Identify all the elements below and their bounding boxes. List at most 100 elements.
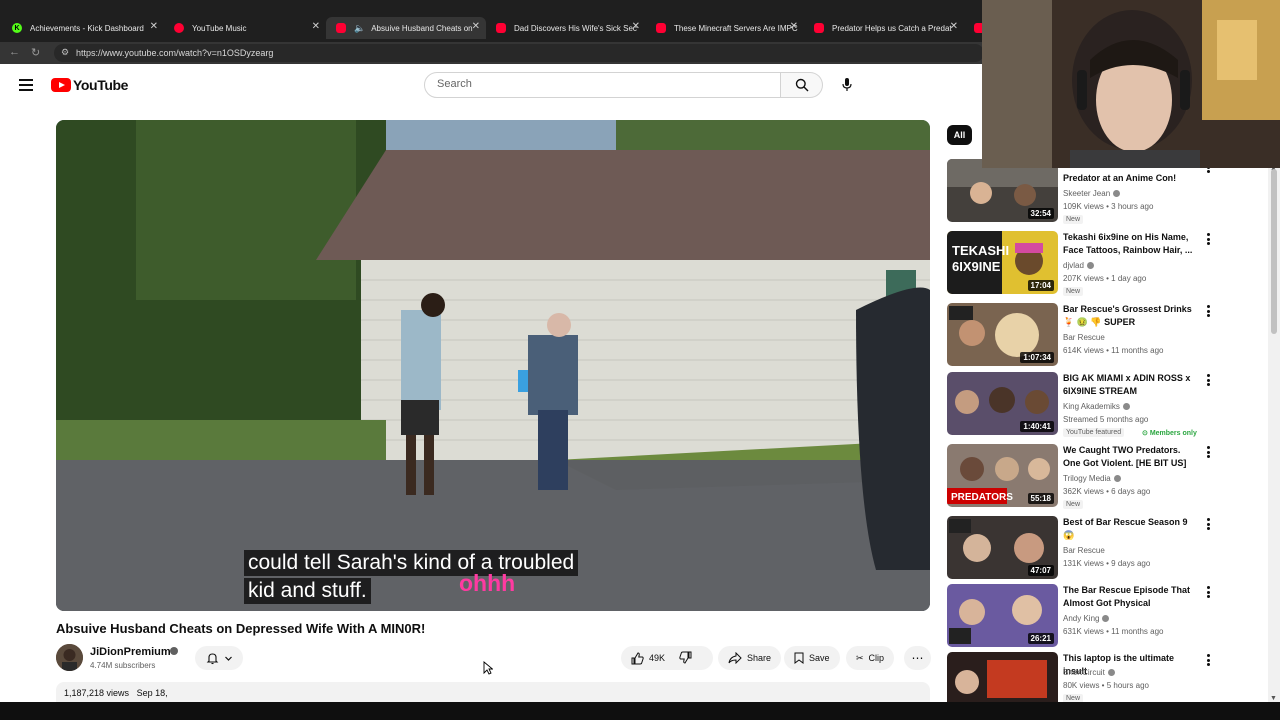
channel-name[interactable]: Bar Rescue bbox=[1063, 546, 1105, 555]
like-button[interactable] bbox=[631, 651, 644, 665]
channel-name[interactable]: Bar Rescue bbox=[1063, 333, 1105, 342]
tab-kick-dashboard[interactable]: K Achievements - Kick Dashboard ✕ bbox=[2, 17, 164, 39]
video-duration: 26:21 bbox=[1027, 633, 1054, 644]
dislike-button[interactable] bbox=[679, 651, 692, 666]
close-tab-icon[interactable]: ✕ bbox=[150, 21, 158, 32]
video-player[interactable]: could tell Sarah's kind of a troubled ki… bbox=[56, 120, 930, 611]
video-title[interactable]: Bar Rescue's Grossest Drinks 🍹 🤢 👎 SUPER… bbox=[1063, 303, 1199, 329]
close-tab-icon[interactable]: ✕ bbox=[950, 21, 958, 32]
video-thumbnail[interactable]: 1:40:41 bbox=[947, 372, 1058, 435]
channel-name[interactable]: King Akademiks bbox=[1063, 402, 1130, 411]
video-thumbnail[interactable]: 32:54 bbox=[947, 159, 1058, 222]
more-options-icon[interactable] bbox=[1207, 586, 1211, 598]
video-thumbnail[interactable]: TEKASHI 6IX9INE 17:04 bbox=[947, 231, 1058, 294]
video-thumbnail[interactable]: 47:07 bbox=[947, 516, 1058, 579]
more-options-icon[interactable] bbox=[1207, 305, 1211, 317]
recommended-video[interactable]: 47:07 Best of Bar Rescue Season 9 😱 Bar … bbox=[947, 516, 1219, 580]
share-label: Share bbox=[747, 653, 772, 663]
speaker-icon[interactable]: 🔈 bbox=[354, 23, 365, 34]
youtube-favicon-icon bbox=[974, 23, 982, 33]
thumbs-down-icon bbox=[679, 651, 692, 664]
video-thumbnail[interactable] bbox=[947, 652, 1058, 702]
save-button[interactable]: Save bbox=[784, 646, 840, 670]
share-arrow-icon bbox=[728, 652, 742, 664]
recommended-video[interactable]: PREDATORS 55:18 We Caught TWO Predators.… bbox=[947, 444, 1219, 509]
upload-date: Sep 18, bbox=[136, 688, 168, 698]
reload-icon[interactable]: ↻ bbox=[31, 46, 40, 59]
recommended-video[interactable]: 1:07:34 Bar Rescue's Grossest Drinks 🍹 🤢… bbox=[947, 303, 1219, 367]
members-only-badge: ⊙ Members only bbox=[1142, 430, 1197, 437]
voice-search-button[interactable] bbox=[835, 73, 859, 97]
notification-bell-button[interactable] bbox=[195, 646, 243, 670]
video-frame bbox=[56, 120, 930, 611]
more-options-icon[interactable] bbox=[1207, 654, 1211, 666]
more-options-icon[interactable] bbox=[1207, 518, 1211, 530]
video-title[interactable]: BIG AK MIAMI x ADIN ROSS x 6IX9INE STREA… bbox=[1063, 372, 1199, 398]
recommended-video[interactable]: TEKASHI 6IX9INE 17:04 Tekashi 6ix9ine on … bbox=[947, 231, 1219, 296]
youtube-logo[interactable]: YouTube bbox=[51, 77, 128, 93]
tab-overflow[interactable] bbox=[964, 17, 982, 39]
more-options-icon[interactable] bbox=[1207, 446, 1211, 458]
video-title[interactable]: Predator at an Anime Con! bbox=[1063, 172, 1199, 185]
video-title[interactable]: Tekashi 6ix9ine on His Name, Face Tattoo… bbox=[1063, 231, 1199, 257]
new-badge: New bbox=[1063, 215, 1084, 224]
channel-avatar[interactable] bbox=[56, 644, 83, 671]
more-options-icon[interactable] bbox=[1207, 233, 1211, 245]
close-tab-icon[interactable]: ✕ bbox=[790, 21, 798, 32]
site-info-icon[interactable]: ⚙ bbox=[61, 47, 69, 58]
channel-name[interactable]: Trilogy Media bbox=[1063, 474, 1121, 483]
channel-name[interactable]: ShortCircuit bbox=[1063, 668, 1115, 677]
channel-name[interactable]: Skeeter Jean bbox=[1063, 189, 1121, 198]
more-options-icon[interactable] bbox=[1207, 374, 1211, 386]
more-actions-button[interactable]: ⋯ bbox=[904, 646, 931, 670]
back-arrow-icon[interactable]: ← bbox=[9, 46, 20, 58]
video-title[interactable]: The Bar Rescue Episode That Almost Got P… bbox=[1063, 584, 1199, 610]
recommended-video[interactable]: This laptop is the ultimate insult Short… bbox=[947, 652, 1219, 702]
video-meta: 207K views • 1 day ago bbox=[1063, 274, 1147, 283]
tab-youtube-music[interactable]: YouTube Music ✕ bbox=[164, 17, 326, 39]
video-meta: 109K views • 3 hours ago bbox=[1063, 202, 1154, 211]
youtube-favicon-icon bbox=[814, 23, 824, 33]
url-field[interactable]: ⚙ https://www.youtube.com/watch?v=n1OSDy… bbox=[54, 44, 984, 62]
tab-minecraft-servers[interactable]: These Minecraft Servers Are IMPC ✕ bbox=[646, 17, 804, 39]
scrollbar-thumb[interactable] bbox=[1271, 169, 1277, 334]
tab-predator-helps[interactable]: Predator Helps us Catch a Predat ✕ bbox=[804, 17, 964, 39]
filter-chip-all[interactable]: All bbox=[947, 125, 972, 145]
tab-active-video[interactable]: 🔈 Absuive Husband Cheats on ✕ bbox=[326, 17, 486, 39]
channel-name[interactable]: djvlad bbox=[1063, 261, 1094, 270]
tab-label: These Minecraft Servers Are IMPC bbox=[674, 23, 798, 33]
verified-badge-icon bbox=[1086, 262, 1094, 270]
tab-label: Absuive Husband Cheats on bbox=[371, 23, 473, 33]
tab-label: Dad Discovers His Wife's Sick Sec bbox=[514, 23, 637, 33]
hamburger-menu-icon[interactable] bbox=[19, 79, 33, 91]
search-box[interactable] bbox=[424, 72, 781, 98]
search-input[interactable] bbox=[437, 78, 757, 90]
search-button[interactable] bbox=[781, 72, 823, 98]
clip-button[interactable]: ✂ Clip bbox=[846, 646, 895, 670]
video-title[interactable]: We Caught TWO Predators. One Got Violent… bbox=[1063, 444, 1199, 470]
recommended-video[interactable]: 32:54 Predator at an Anime Con! Skeeter … bbox=[947, 159, 1219, 224]
video-thumbnail[interactable]: 1:07:34 bbox=[947, 303, 1058, 366]
svg-text:TEKASHI: TEKASHI bbox=[952, 243, 1009, 258]
chevron-down-icon bbox=[224, 656, 232, 661]
video-thumbnail[interactable]: PREDATORS 55:18 bbox=[947, 444, 1058, 507]
tab-dad-discovers[interactable]: Dad Discovers His Wife's Sick Sec ✕ bbox=[486, 17, 646, 39]
share-button[interactable]: Share bbox=[718, 646, 782, 670]
close-tab-icon[interactable]: ✕ bbox=[312, 21, 320, 32]
close-tab-icon[interactable]: ✕ bbox=[632, 21, 640, 32]
tab-label: Predator Helps us Catch a Predat bbox=[832, 23, 952, 33]
video-meta: 131K views • 9 days ago bbox=[1063, 559, 1151, 568]
bell-icon bbox=[206, 652, 218, 664]
scroll-down-arrow-icon[interactable]: ▼ bbox=[1270, 695, 1277, 702]
recommended-video[interactable]: 26:21 The Bar Rescue Episode That Almost… bbox=[947, 584, 1219, 648]
channel-name[interactable]: Andy King bbox=[1063, 614, 1110, 623]
like-dislike-group: 49K bbox=[621, 646, 713, 670]
recommended-video[interactable]: 1:40:41 BIG AK MIAMI x ADIN ROSS x 6IX9I… bbox=[947, 372, 1219, 437]
video-thumbnail[interactable]: 26:21 bbox=[947, 584, 1058, 647]
youtube-favicon-icon bbox=[336, 23, 346, 33]
close-tab-icon[interactable]: ✕ bbox=[472, 21, 480, 32]
channel-name[interactable]: JiDionPremium bbox=[90, 646, 171, 658]
video-title[interactable]: Best of Bar Rescue Season 9 😱 bbox=[1063, 516, 1199, 542]
tab-label: Achievements - Kick Dashboard bbox=[30, 23, 144, 33]
page-scrollbar[interactable]: ▲ ▼ bbox=[1268, 165, 1280, 702]
